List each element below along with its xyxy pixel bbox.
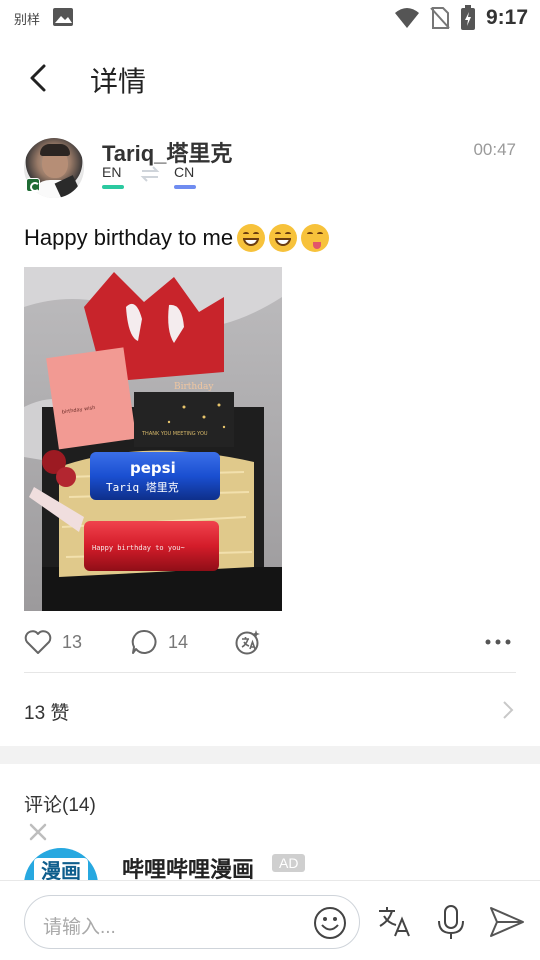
chevron-left-icon: [30, 64, 46, 92]
section-separator: [0, 746, 540, 764]
post-header: Tariq_塔里克 EN CN 00:47: [24, 136, 516, 202]
grinning-face-emoji: [269, 224, 298, 252]
more-dots-icon: [485, 639, 511, 645]
post-time: 00:47: [473, 140, 516, 159]
native-language-bar: [102, 185, 124, 189]
heart-icon: [24, 630, 52, 654]
comments-title: 评论(14): [24, 795, 96, 816]
ad-avatar: 漫画: [24, 848, 98, 882]
wifi-icon: [394, 8, 419, 28]
comment-count: 14: [168, 631, 189, 652]
post-image[interactable]: Birthday birthday wish THANK YOU MEETING…: [24, 267, 282, 611]
pepsi-logo-text: pepsi: [130, 459, 176, 477]
translate-icon[interactable]: [376, 903, 414, 941]
grinning-face-emoji: [237, 224, 266, 252]
crown-text: Birthday: [174, 382, 214, 392]
avatar-hair: [40, 144, 70, 156]
send-icon[interactable]: [488, 903, 526, 941]
red-can-text: Happy birthday to you~: [92, 544, 185, 552]
pakistan-flag-icon: [26, 178, 40, 192]
divider: [24, 672, 516, 673]
likes-summary: 13 赞: [24, 703, 70, 724]
native-language: EN: [102, 164, 122, 180]
birthday-gift-photo: Birthday birthday wish THANK YOU MEETING…: [24, 267, 282, 611]
comment-bubble-icon: [131, 629, 157, 654]
comment-button[interactable]: 14: [130, 624, 188, 660]
top-bar: 详情: [0, 44, 540, 114]
back-button[interactable]: [18, 58, 58, 98]
page-title: 详情: [90, 66, 147, 97]
avatar-shirt-stripe: [54, 175, 84, 198]
like-button[interactable]: 13: [24, 624, 82, 660]
close-ad-icon[interactable]: [28, 822, 48, 842]
image-icon: [53, 8, 73, 26]
chevron-right-icon: [503, 701, 514, 719]
battery-charging-icon: [460, 5, 475, 30]
post-text: Happy birthday to me: [24, 224, 330, 252]
status-time: 9:17: [485, 6, 528, 29]
microphone-icon[interactable]: [432, 903, 470, 941]
comment-input[interactable]: 请输入...: [24, 895, 360, 949]
learning-language: CN: [174, 164, 195, 180]
language-pair: EN CN: [102, 164, 222, 190]
comment-composer: 请输入...: [0, 880, 540, 960]
ad-avatar-text: 漫画: [34, 858, 88, 882]
swap-arrows-icon: [140, 166, 160, 182]
post-text-content: Happy birthday to me: [24, 225, 234, 250]
emoji-icon[interactable]: [313, 906, 347, 940]
likes-summary-row[interactable]: 13 赞: [24, 690, 516, 730]
thank-you-card-text: THANK YOU MEETING YOU: [141, 431, 208, 437]
more-options-button[interactable]: [484, 624, 512, 660]
comment-input-placeholder: 请输入...: [43, 917, 116, 938]
ad-name: 哔哩哔哩漫画: [122, 857, 255, 882]
status-bar: 别样 9:17: [0, 0, 540, 36]
ad-comment-item[interactable]: 漫画 哔哩哔哩漫画 AD: [24, 842, 516, 882]
like-count: 13: [62, 631, 83, 652]
translate-post-button[interactable]: [234, 624, 262, 660]
learning-language-bar: [174, 185, 196, 189]
pepsi-name-text: Tariq 塔里克: [106, 481, 179, 494]
status-icons: 9:17: [394, 4, 528, 32]
status-app-label: 别样: [14, 12, 41, 27]
translate-icon: [235, 630, 260, 655]
winking-tongue-emoji: [301, 224, 330, 252]
ad-badge: AD: [272, 854, 306, 872]
no-sim-icon: [430, 7, 450, 29]
post-actions: 13 14: [24, 624, 516, 660]
